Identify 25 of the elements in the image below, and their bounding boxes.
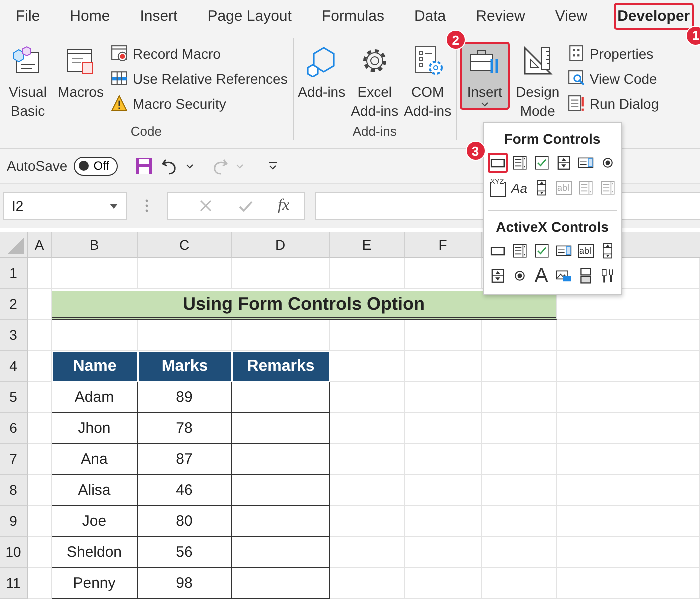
table-cell: Ana xyxy=(52,444,138,475)
table-cell: Penny xyxy=(52,568,138,599)
table-cell: 78 xyxy=(138,413,232,444)
menu-heading: Form Controls xyxy=(503,131,602,147)
menu-heading: ActiveX Controls xyxy=(495,219,610,235)
table-cell: 56 xyxy=(138,537,232,568)
table-cell: 98 xyxy=(138,568,232,599)
table-cell: 89 xyxy=(138,382,232,413)
step-badge: 2 xyxy=(446,30,466,50)
group-label: Code xyxy=(130,124,163,141)
sheet-title: Using Form Controls Option xyxy=(52,291,557,320)
table-cell: Adam xyxy=(52,382,138,413)
table-cell: Jhon xyxy=(52,413,138,444)
table-cell: 46 xyxy=(138,475,232,506)
table-cell: Alisa xyxy=(52,475,138,506)
table-cell: 87 xyxy=(138,444,232,475)
step-badge: 1 xyxy=(686,26,700,46)
table-cell: Joe xyxy=(52,506,138,537)
group-label: Add-ins xyxy=(352,124,398,141)
table-header: Marks xyxy=(138,351,232,382)
table-cell: 80 xyxy=(138,506,232,537)
autosave-label: AutoSave xyxy=(7,158,68,174)
table-cell: Sheldon xyxy=(52,537,138,568)
table-header: Remarks xyxy=(232,351,330,382)
table-header: Name xyxy=(52,351,138,382)
